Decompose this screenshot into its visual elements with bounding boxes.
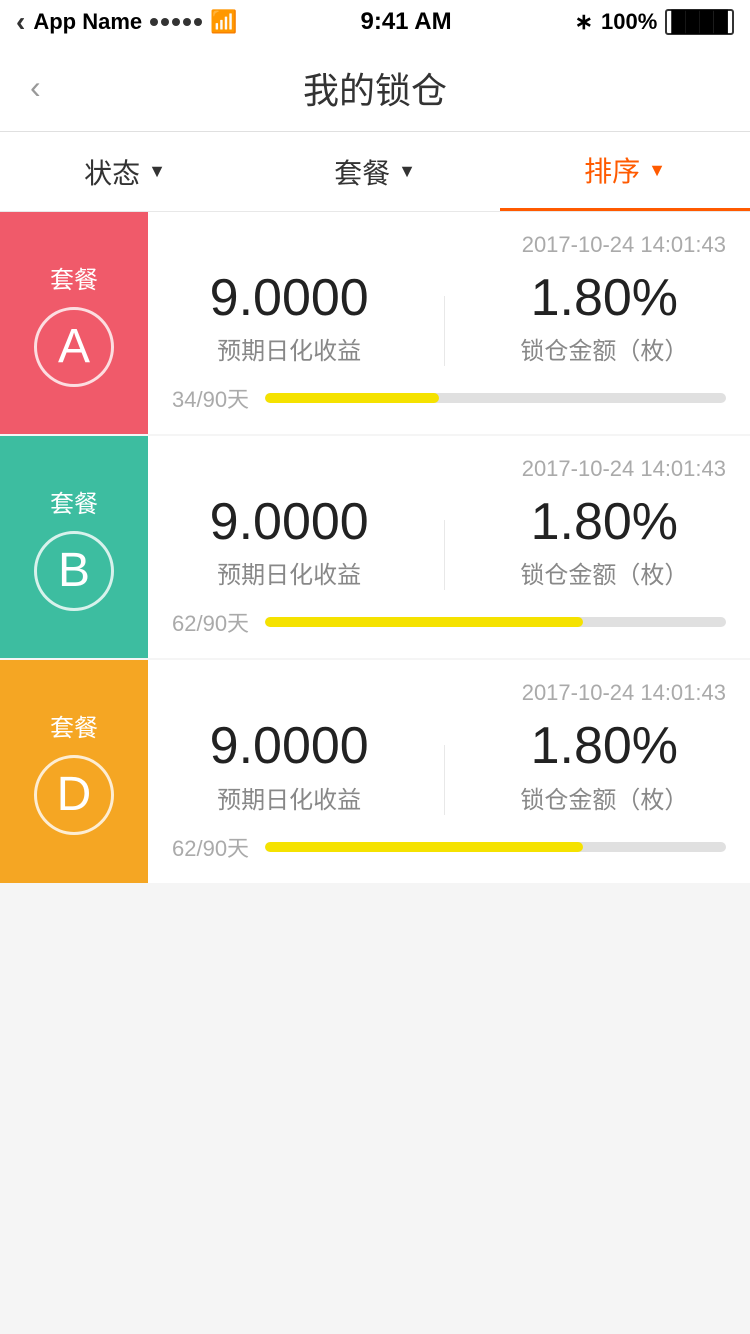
card-value-number-1: 9.0000 [210,494,369,551]
card-value-label-2: 锁仓金额（枚） [520,780,688,815]
card-value-number-2: 1.80% [531,494,678,551]
card-left-panel: 套餐 D [0,660,148,882]
progress-bar-fill [265,842,583,852]
card-list: 套餐 A 2017-10-24 14:01:43 9.0000 预期日化收益 1… [0,212,750,883]
card-right-panel: 2017-10-24 14:01:43 9.0000 预期日化收益 1.80% … [148,660,750,882]
card-value-group-2: 1.80% 锁仓金额（枚） [520,494,688,590]
card-value-group-1: 9.0000 预期日化收益 [210,494,369,590]
status-time: 9:41 AM [360,8,451,36]
card-value-label-2: 锁仓金额（枚） [520,555,688,590]
card-timestamp: 2017-10-24 14:01:43 [172,456,726,482]
card-value-number-2: 1.80% [531,718,678,775]
progress-bar-bg [265,393,726,403]
filter-status[interactable]: 状态 ▼ [0,132,250,211]
card-value-group-1: 9.0000 预期日化收益 [210,270,369,366]
nav-bar: ‹ 我的锁仓 [0,44,750,132]
card-progress-row: 62/90天 [172,606,726,638]
card-value-label-2: 锁仓金额（枚） [520,331,688,366]
card-divider [444,745,445,815]
filter-sort-label: 排序 [584,150,640,190]
card-plan-badge: D [34,755,114,835]
card-plan-badge: A [34,307,114,387]
card-values: 9.0000 预期日化收益 1.80% 锁仓金额（枚） [172,718,726,814]
card-values: 9.0000 预期日化收益 1.80% 锁仓金额（枚） [172,270,726,366]
card-value-number-1: 9.0000 [210,270,369,327]
filter-sort[interactable]: 排序 ▼ [500,132,750,211]
card-item[interactable]: 套餐 D 2017-10-24 14:01:43 9.0000 预期日化收益 1… [0,660,750,882]
bluetooth-icon: ∗ [575,9,593,35]
card-value-group-2: 1.80% 锁仓金额（枚） [520,718,688,814]
card-item[interactable]: 套餐 B 2017-10-24 14:01:43 9.0000 预期日化收益 1… [0,436,750,658]
card-divider [444,520,445,590]
status-right: ∗ 100% ████ [575,9,734,35]
page-title: 我的锁仓 [303,62,447,114]
card-value-number-2: 1.80% [531,270,678,327]
status-back-icon: ‹ [16,6,25,38]
bottom-space [0,885,750,1185]
card-value-label-1: 预期日化收益 [217,780,361,815]
battery-icon: ████ [665,9,734,35]
filter-status-label: 状态 [84,152,140,192]
card-left-panel: 套餐 A [0,212,148,434]
card-progress-row: 62/90天 [172,831,726,863]
back-button[interactable]: ‹ [30,69,41,106]
card-progress-label: 34/90天 [172,382,249,414]
progress-bar-fill [265,617,583,627]
card-item[interactable]: 套餐 A 2017-10-24 14:01:43 9.0000 预期日化收益 1… [0,212,750,434]
card-package-label: 套餐 [50,708,98,743]
card-left-panel: 套餐 B [0,436,148,658]
card-timestamp: 2017-10-24 14:01:43 [172,232,726,258]
card-progress-row: 34/90天 [172,382,726,414]
filter-bar: 状态 ▼ 套餐 ▼ 排序 ▼ [0,132,750,212]
battery-label: 100% [601,9,657,35]
filter-package[interactable]: 套餐 ▼ [250,132,500,211]
card-progress-label: 62/90天 [172,606,249,638]
signal-dots [150,18,202,26]
app-name: App Name [33,9,142,35]
card-value-label-1: 预期日化收益 [217,555,361,590]
card-value-label-1: 预期日化收益 [217,331,361,366]
progress-bar-bg [265,617,726,627]
filter-package-arrow: ▼ [398,161,416,182]
card-value-number-1: 9.0000 [210,718,369,775]
filter-status-arrow: ▼ [148,161,166,182]
filter-package-label: 套餐 [334,152,390,192]
wifi-icon: 📶 [210,9,237,35]
card-values: 9.0000 预期日化收益 1.80% 锁仓金额（枚） [172,494,726,590]
card-right-panel: 2017-10-24 14:01:43 9.0000 预期日化收益 1.80% … [148,212,750,434]
status-left: ‹ App Name 📶 [16,6,238,38]
card-package-label: 套餐 [50,260,98,295]
card-right-panel: 2017-10-24 14:01:43 9.0000 预期日化收益 1.80% … [148,436,750,658]
status-bar: ‹ App Name 📶 9:41 AM ∗ 100% ████ [0,0,750,44]
card-divider [444,296,445,366]
filter-sort-arrow: ▼ [648,160,666,181]
card-value-group-2: 1.80% 锁仓金额（枚） [520,270,688,366]
card-timestamp: 2017-10-24 14:01:43 [172,680,726,706]
card-plan-badge: B [34,531,114,611]
progress-bar-fill [265,393,439,403]
card-package-label: 套餐 [50,484,98,519]
progress-bar-bg [265,842,726,852]
card-value-group-1: 9.0000 预期日化收益 [210,718,369,814]
card-progress-label: 62/90天 [172,831,249,863]
